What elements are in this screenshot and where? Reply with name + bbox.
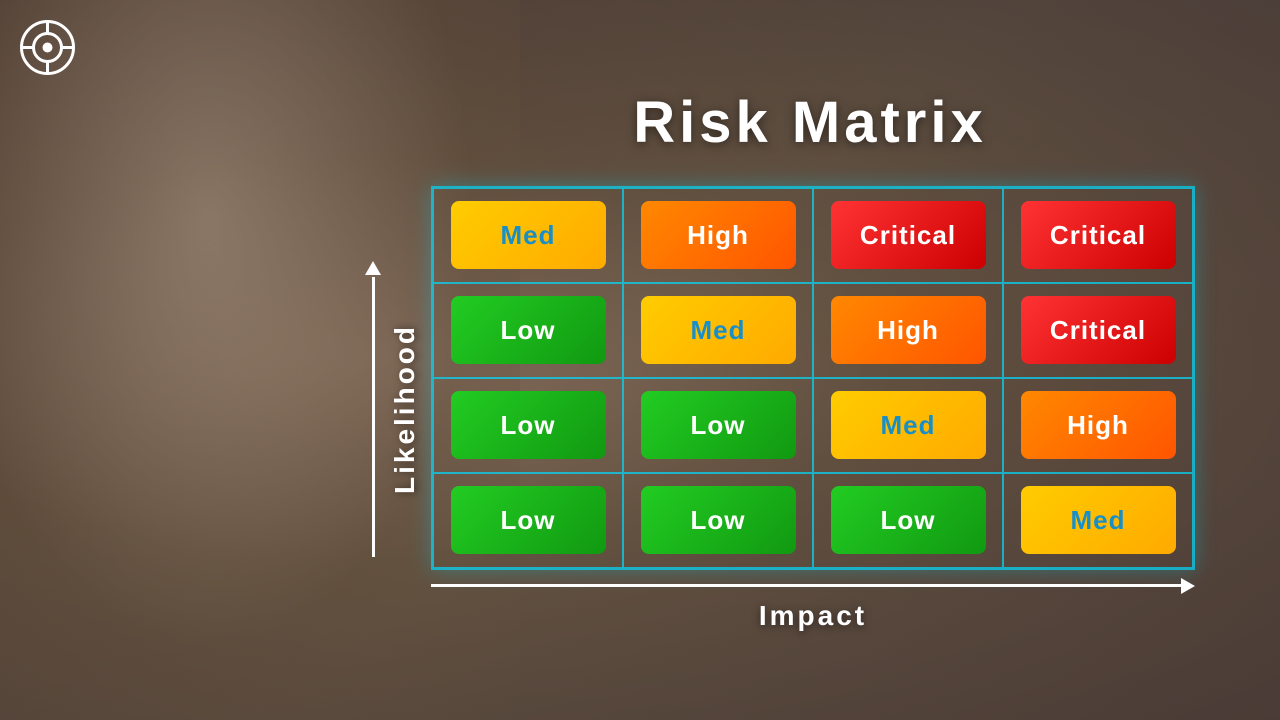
y-axis-label: Likelihood	[389, 324, 421, 494]
cell-label-r1-c3: Critical	[1050, 315, 1146, 346]
cell-r1-c0: Low	[433, 283, 623, 378]
cell-r1-c1: Med	[623, 283, 813, 378]
cell-label-r0-c1: High	[687, 220, 749, 251]
cell-r0-c0: Med	[433, 188, 623, 283]
cell-inner-r0-c3: Critical	[1021, 201, 1176, 269]
cell-label-r2-c1: Low	[691, 410, 746, 441]
cell-inner-r1-c3: Critical	[1021, 296, 1176, 364]
cell-label-r2-c0: Low	[501, 410, 556, 441]
y-arrow-head	[365, 261, 381, 275]
cell-r0-c1: High	[623, 188, 813, 283]
cell-r3-c3: Med	[1003, 473, 1193, 568]
cell-inner-r3-c3: Med	[1021, 486, 1176, 554]
x-axis-container: Impact	[431, 578, 1195, 632]
cell-label-r3-c1: Low	[691, 505, 746, 536]
cell-r0-c2: Critical	[813, 188, 1003, 283]
cell-label-r2-c3: High	[1067, 410, 1129, 441]
cell-inner-r1-c2: High	[831, 296, 986, 364]
cell-r0-c3: Critical	[1003, 188, 1193, 283]
x-axis-label: Impact	[759, 600, 867, 632]
cell-r2-c1: Low	[623, 378, 813, 473]
cell-inner-r0-c2: Critical	[831, 201, 986, 269]
cell-r3-c0: Low	[433, 473, 623, 568]
cell-inner-r1-c0: Low	[451, 296, 606, 364]
cell-label-r1-c0: Low	[501, 315, 556, 346]
cell-r2-c0: Low	[433, 378, 623, 473]
y-axis	[365, 261, 381, 557]
cell-inner-r0-c0: Med	[451, 201, 606, 269]
page-title: Risk Matrix	[633, 89, 986, 156]
cell-label-r3-c3: Med	[1071, 505, 1126, 536]
cell-r1-c3: Critical	[1003, 283, 1193, 378]
cell-label-r0-c3: Critical	[1050, 220, 1146, 251]
cell-inner-r2-c3: High	[1021, 391, 1176, 459]
cell-inner-r3-c1: Low	[641, 486, 796, 554]
logo	[20, 20, 75, 75]
cell-r2-c2: Med	[813, 378, 1003, 473]
cell-inner-r2-c1: Low	[641, 391, 796, 459]
cell-r3-c1: Low	[623, 473, 813, 568]
cell-label-r3-c2: Low	[881, 505, 936, 536]
cell-inner-r1-c1: Med	[641, 296, 796, 364]
cell-r1-c2: High	[813, 283, 1003, 378]
cell-inner-r2-c2: Med	[831, 391, 986, 459]
x-arrow-line	[431, 584, 1181, 587]
x-arrow-head	[1181, 578, 1195, 594]
cell-label-r3-c0: Low	[501, 505, 556, 536]
cell-label-r0-c2: Critical	[860, 220, 956, 251]
cell-inner-r0-c1: High	[641, 201, 796, 269]
x-axis-arrow	[431, 578, 1195, 594]
cell-label-r1-c2: High	[877, 315, 939, 346]
cell-inner-r3-c2: Low	[831, 486, 986, 554]
y-arrow-line	[372, 277, 375, 557]
risk-matrix-grid: Med High Critical Critical Low Med High Critica…	[431, 186, 1195, 570]
cell-r2-c3: High	[1003, 378, 1193, 473]
cell-label-r1-c1: Med	[691, 315, 746, 346]
cell-inner-r2-c0: Low	[451, 391, 606, 459]
cell-r3-c2: Low	[813, 473, 1003, 568]
cell-label-r0-c0: Med	[501, 220, 556, 251]
cell-inner-r3-c0: Low	[451, 486, 606, 554]
matrix-and-xaxis: Med High Critical Critical Low Med High Critica…	[431, 186, 1195, 632]
cell-label-r2-c2: Med	[881, 410, 936, 441]
matrix-container: Likelihood MedHighCriticalCriticalLowMed…	[365, 186, 1195, 632]
main-content: Risk Matrix Likelihood Med High Critical Cr…	[0, 0, 1280, 720]
